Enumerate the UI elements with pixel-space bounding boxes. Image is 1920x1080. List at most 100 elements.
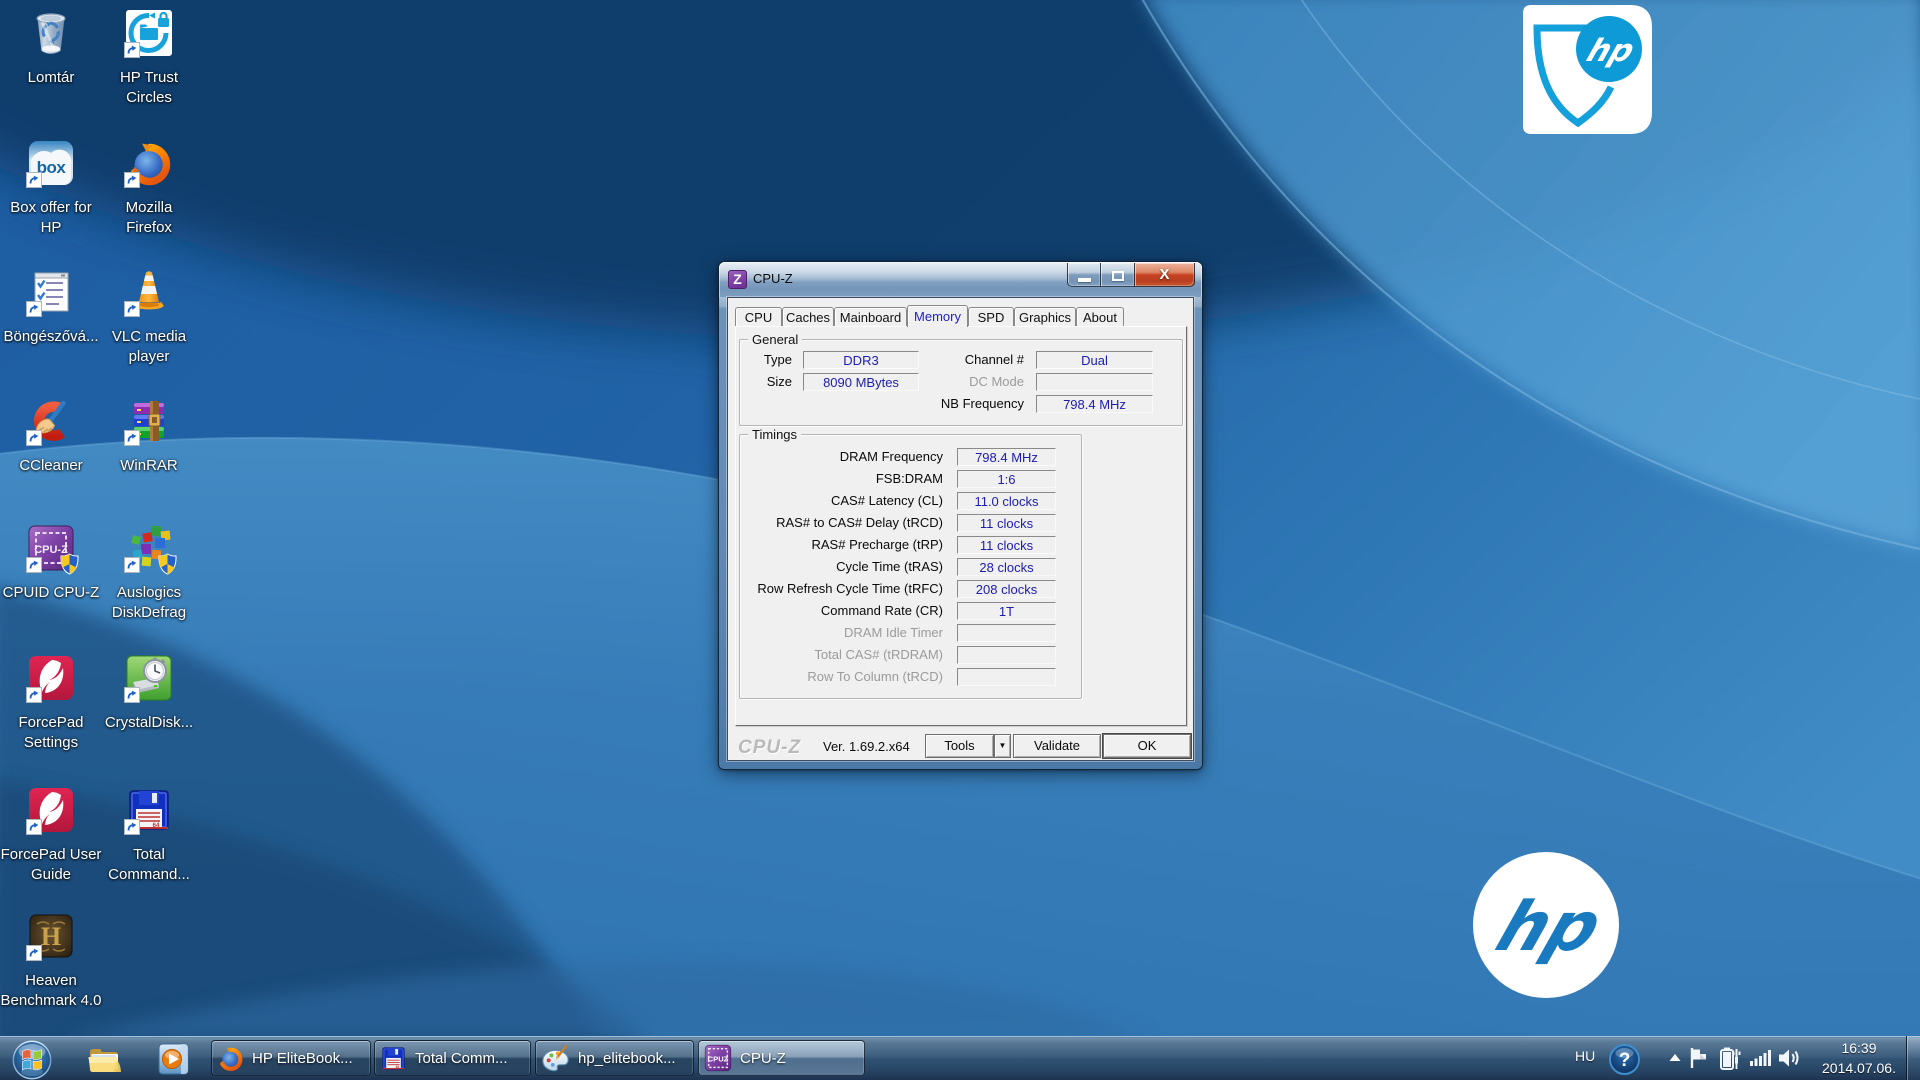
desktop-icon-winrar[interactable]: WinRAR [94, 397, 204, 476]
desktop-icon-box-offer[interactable]: box Box offer for HP [0, 139, 106, 238]
volume-icon[interactable] [1777, 1046, 1803, 1070]
wmp-icon[interactable] [155, 1042, 191, 1076]
desktop-icon-cpuid-cpuz[interactable]: CPU-Z CPUID CPU-Z [0, 524, 106, 603]
desktop-icon-heaven[interactable]: H Heaven Benchmark 4.0 [0, 912, 106, 1011]
taskbar-button-label: hp_elitebook... [578, 1050, 676, 1067]
tab-caches[interactable]: Caches [782, 307, 834, 326]
action-center-flag-icon[interactable] [1688, 1046, 1710, 1070]
cpuz-footer-logo: CPU-Z [738, 737, 801, 759]
shortcut-arrow-icon [124, 819, 140, 835]
desktop-icon-ccleaner[interactable]: CCleaner [0, 397, 106, 476]
network-signal-icon[interactable] [1748, 1048, 1772, 1068]
taskbar-button-firefox[interactable]: HP EliteBook... [211, 1040, 371, 1076]
floppy-disk-icon: 64 [380, 1045, 407, 1072]
desktop-icon-label: WinRAR [94, 456, 204, 476]
start-button[interactable] [11, 1039, 53, 1080]
taskbar-button-total-commander[interactable]: 64 Total Comm... [374, 1040, 531, 1076]
desktop-icon-vlc[interactable]: VLC media player [94, 268, 204, 367]
taskbar-clock[interactable]: 16:39 2014.07.06. [1815, 1038, 1903, 1078]
type-value: DDR3 [803, 351, 919, 369]
desktop-icon-label: Böngészővá... [0, 327, 106, 347]
taskbar-button-paint[interactable]: hp_elitebook... [535, 1040, 694, 1076]
maximize-button[interactable] [1101, 263, 1134, 287]
timing-value: 1T [957, 602, 1056, 620]
timing-value [957, 668, 1056, 686]
taskbar-button-cpuz[interactable]: CPUZ CPU-Z [698, 1040, 865, 1076]
winrar-books-icon [125, 397, 173, 445]
timing-value: 11 clocks [957, 536, 1056, 554]
tab-spd[interactable]: SPD [968, 307, 1014, 326]
help-icon[interactable]: ? [1609, 1044, 1640, 1075]
paint-icon [541, 1044, 570, 1073]
desktop-icon-forcepad-settings[interactable]: ForcePad Settings [0, 654, 106, 753]
taskbar-button-label: HP EliteBook... [252, 1050, 353, 1067]
svg-text:H: H [41, 922, 61, 951]
timing-label: RAS# Precharge (tRP) [738, 536, 943, 554]
channel-value: Dual [1036, 351, 1153, 369]
shortcut-arrow-icon [26, 819, 42, 835]
firefox-icon [217, 1045, 244, 1072]
desktop-icon-label: VLC media player [94, 327, 204, 367]
desktop-icon-label: Auslogics DiskDefrag [94, 583, 204, 623]
clock-date: 2014.07.06. [1815, 1058, 1903, 1078]
uac-shield-icon [158, 553, 177, 575]
box-icon: box [27, 139, 75, 187]
explorer-icon[interactable] [86, 1043, 124, 1075]
shortcut-arrow-icon [124, 687, 140, 703]
desktop-icon-label: ForcePad User Guide [0, 845, 106, 885]
desktop-icon-label: Total Command... [94, 845, 204, 885]
shortcut-arrow-icon [124, 301, 140, 317]
tab-cpu[interactable]: CPU [735, 307, 782, 326]
cpuz-app-icon: CPU-Z [27, 524, 75, 572]
desktop-icon-lomtar[interactable]: Lomtár [0, 9, 106, 88]
desktop-icon-crystaldisk[interactable]: CrystalDisk... [94, 654, 204, 733]
tab-graphics[interactable]: Graphics [1014, 307, 1076, 326]
desktop-icon-auslogics[interactable]: Auslogics DiskDefrag [94, 524, 204, 623]
battery-icon[interactable] [1717, 1045, 1743, 1071]
language-indicator[interactable]: HU [1575, 1048, 1595, 1064]
show-desktop-button[interactable] [1906, 1036, 1920, 1080]
timing-value [957, 624, 1056, 642]
validate-button[interactable]: Validate [1013, 734, 1101, 758]
tools-dropdown-button[interactable]: ▼ [994, 734, 1011, 758]
cpuz-icon: CPUZ [704, 1044, 732, 1072]
version-text: Ver. 1.69.2.x64 [823, 739, 910, 754]
maximize-icon [1112, 271, 1124, 281]
desktop-icon-forcepad-guide[interactable]: ForcePad User Guide [0, 786, 106, 885]
tab-memory[interactable]: Memory [907, 305, 968, 327]
shortcut-arrow-icon [124, 430, 140, 446]
ok-button[interactable]: OK [1103, 734, 1191, 758]
desktop-icon-label: HP Trust Circles [94, 68, 204, 108]
checklist-icon [27, 268, 75, 316]
shortcut-arrow-icon [26, 430, 42, 446]
cpuz-window: Z CPU-Z X CPU Caches Mainboard Memory SP… [719, 262, 1202, 769]
close-button[interactable]: X [1134, 263, 1195, 287]
shortcut-arrow-icon [26, 945, 42, 961]
desktop-icon-label: CrystalDisk... [94, 713, 204, 733]
timing-label: Total CAS# (tRDRAM) [738, 646, 943, 664]
desktop-icon-firefox[interactable]: Mozilla Firefox [94, 139, 204, 238]
dcmode-value [1036, 373, 1153, 391]
size-value: 8090 MBytes [803, 373, 919, 391]
desktop-icon-hp-trust-circles[interactable]: HP Trust Circles [94, 9, 204, 108]
firefox-icon [125, 139, 173, 187]
hp-logo: hp [1473, 852, 1619, 998]
minimize-button[interactable] [1067, 263, 1101, 287]
crystaldisk-icon [125, 654, 173, 702]
shortcut-arrow-icon [26, 301, 42, 317]
timing-value: 28 clocks [957, 558, 1056, 576]
clock-time: 16:39 [1815, 1038, 1903, 1058]
timing-label: Row To Column (tRCD) [738, 668, 943, 686]
show-hidden-icons-button[interactable] [1666, 1051, 1684, 1065]
desktop-icon-total-commander[interactable]: 64 Total Command... [94, 786, 204, 885]
tab-mainboard[interactable]: Mainboard [834, 307, 907, 326]
tab-about[interactable]: About [1076, 307, 1124, 326]
timing-label: DRAM Idle Timer [738, 624, 943, 642]
timing-value: 208 clocks [957, 580, 1056, 598]
tools-button[interactable]: Tools [925, 734, 994, 758]
shortcut-arrow-icon [124, 557, 140, 573]
floppy-disk-icon: 64 [125, 786, 173, 834]
desktop-icon-browser-choice[interactable]: Böngészővá... [0, 268, 106, 347]
heaven-benchmark-icon: H [27, 912, 75, 960]
ccleaner-icon [27, 397, 75, 445]
